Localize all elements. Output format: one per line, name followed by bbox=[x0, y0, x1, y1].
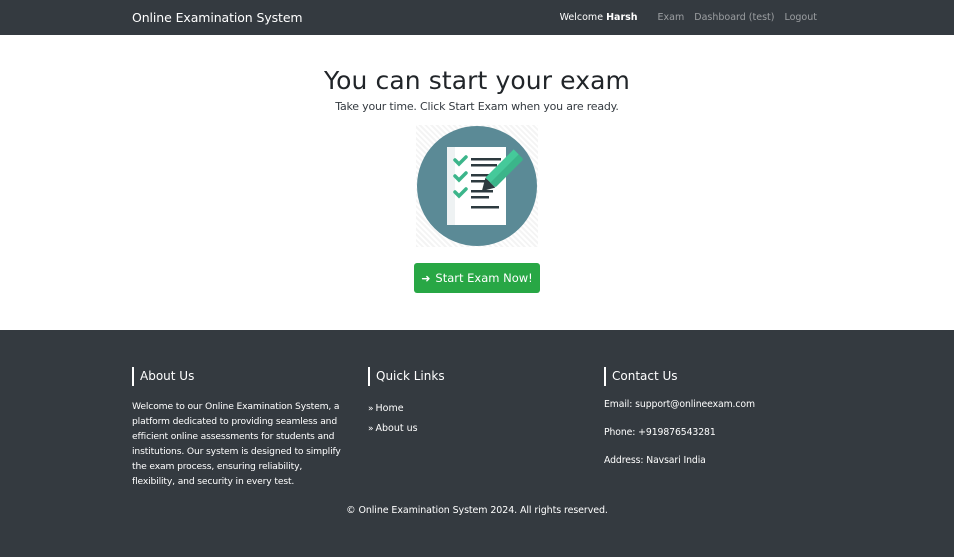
page-title: You can start your exam bbox=[324, 66, 630, 95]
arrow-right-icon: ➜ bbox=[421, 271, 431, 285]
footer-about: About Us Welcome to our Online Examinati… bbox=[132, 367, 368, 489]
about-text: Welcome to our Online Examination System… bbox=[132, 401, 341, 487]
footer: About Us Welcome to our Online Examinati… bbox=[0, 330, 954, 557]
footer-contact: Contact Us Email: support@onlineexam.com… bbox=[604, 367, 840, 489]
exam-start-panel: You can start your exam Take your time. … bbox=[0, 35, 954, 330]
quick-link-home[interactable]: » Home bbox=[368, 399, 604, 419]
about-heading: About Us bbox=[132, 367, 368, 386]
quick-link-about[interactable]: » About us bbox=[368, 419, 604, 439]
checklist-clipboard-icon bbox=[416, 125, 538, 247]
contact-heading: Contact Us bbox=[604, 367, 840, 386]
quick-links-heading: Quick Links bbox=[368, 367, 604, 386]
start-exam-label: Start Exam Now! bbox=[435, 271, 533, 285]
footer-quick-links: Quick Links » Home » About us bbox=[368, 367, 604, 489]
copyright: © Online Examination System 2024. All ri… bbox=[346, 505, 608, 516]
nav-links: Welcome Harsh Exam Dashboard (test) Logo… bbox=[560, 12, 817, 23]
contact-email: Email: support@onlineexam.com bbox=[604, 399, 755, 410]
footer-columns: About Us Welcome to our Online Examinati… bbox=[0, 330, 954, 489]
nav-link-logout[interactable]: Logout bbox=[784, 12, 817, 23]
nav-link-exam[interactable]: Exam bbox=[658, 12, 685, 23]
start-exam-button[interactable]: ➜ Start Exam Now! bbox=[414, 263, 540, 293]
double-chevron-right-icon: » bbox=[368, 424, 374, 434]
nav-link-dashboard[interactable]: Dashboard (test) bbox=[694, 12, 774, 23]
contact-address: Address: Navsari India bbox=[604, 455, 706, 466]
username: Harsh bbox=[606, 12, 638, 23]
brand-title[interactable]: Online Examination System bbox=[132, 10, 303, 25]
top-navbar: Online Examination System Welcome Harsh … bbox=[0, 0, 954, 35]
contact-phone: Phone: +919876543281 bbox=[604, 427, 716, 438]
quick-links-list: » Home » About us bbox=[368, 399, 604, 439]
page-subtitle: Take your time. Click Start Exam when yo… bbox=[335, 100, 619, 113]
double-chevron-right-icon: » bbox=[368, 404, 374, 414]
welcome-text: Welcome Harsh bbox=[559, 12, 638, 23]
